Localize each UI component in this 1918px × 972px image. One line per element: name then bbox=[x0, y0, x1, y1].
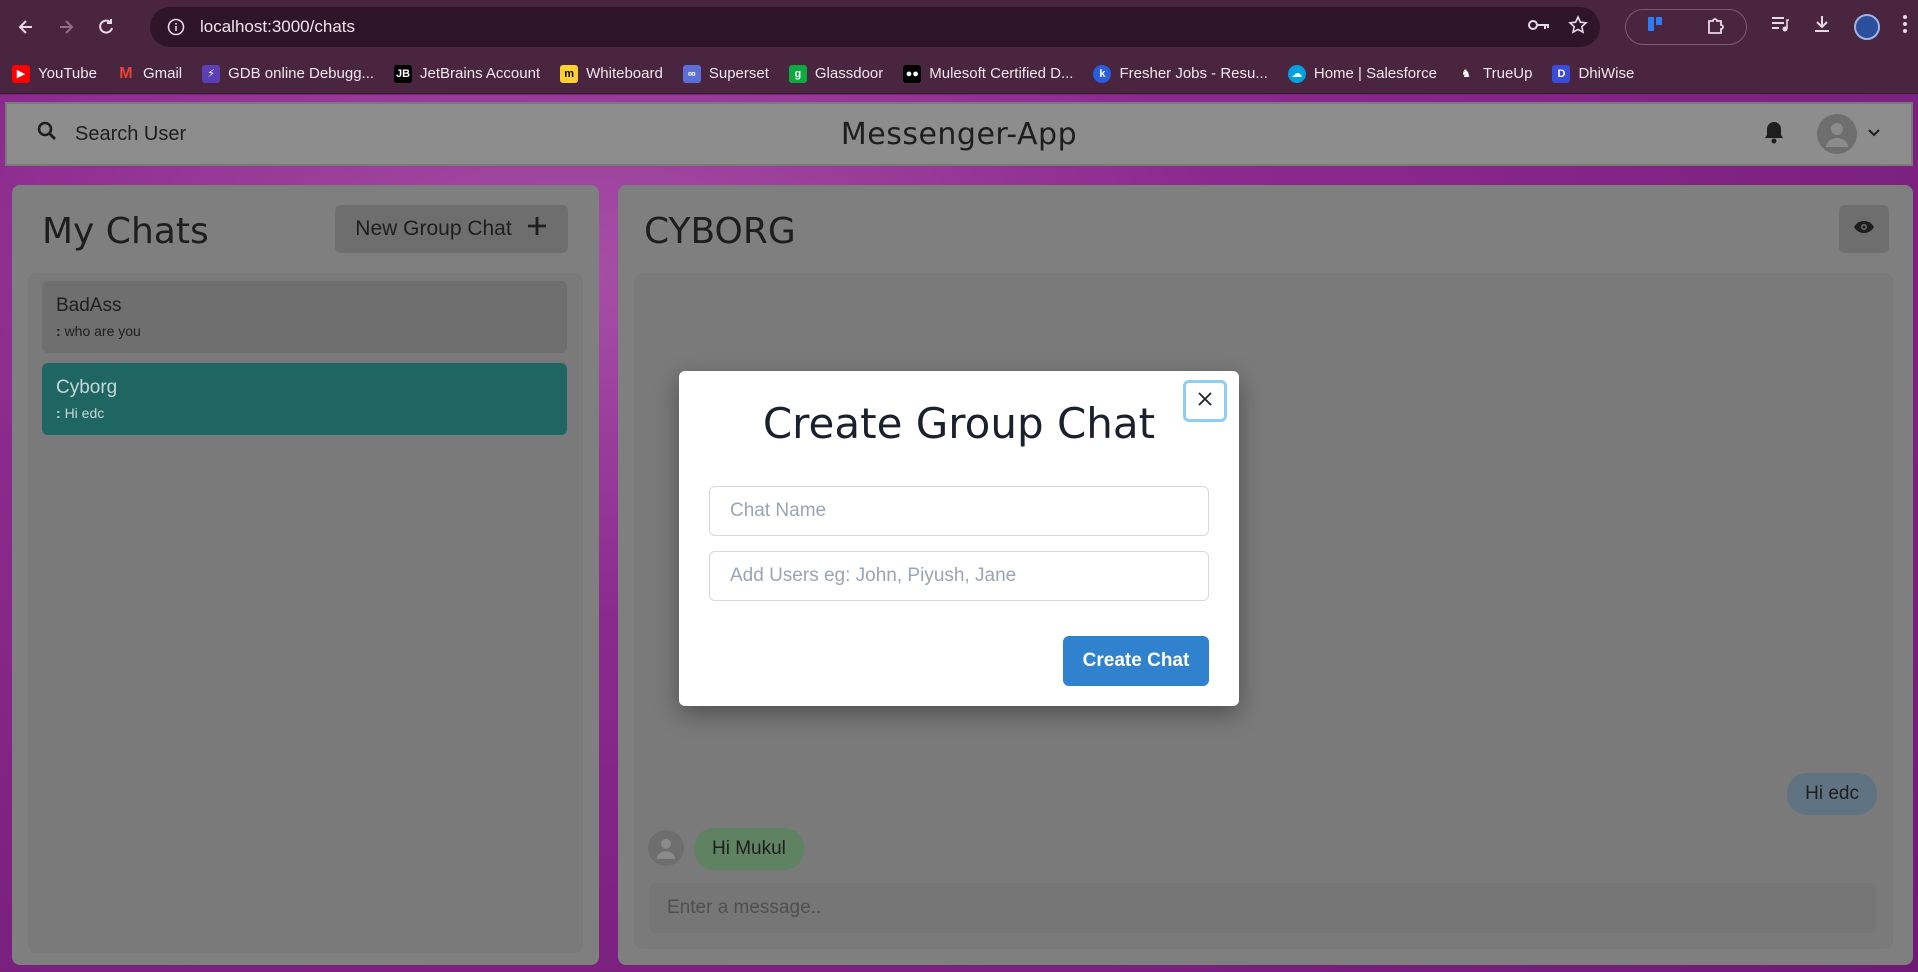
profile-avatar-icon[interactable] bbox=[1854, 14, 1880, 40]
bookmark-label: JetBrains Account bbox=[420, 65, 541, 82]
bookmark-label: Home | Salesforce bbox=[1313, 65, 1437, 82]
chat-list: BadAss : who are you Cyborg : Hi edc bbox=[28, 273, 583, 953]
bookmark-gdb[interactable]: ⚡ GDB online Debugg... bbox=[202, 64, 375, 83]
modal-title: Create Group Chat bbox=[762, 399, 1156, 448]
message-input[interactable]: Enter a message.. bbox=[649, 883, 1877, 933]
chat-title: CYBORG bbox=[644, 211, 796, 252]
avatar bbox=[1817, 114, 1857, 154]
fresher-jobs-icon: k bbox=[1093, 64, 1112, 83]
preview-text: who are you bbox=[64, 323, 141, 339]
extensions-group bbox=[1625, 9, 1747, 45]
chat-name-input[interactable]: Chat Name bbox=[709, 486, 1209, 536]
notification-bell-icon[interactable] bbox=[1763, 120, 1785, 149]
browser-menu-icon[interactable] bbox=[1902, 14, 1908, 40]
bookmark-label: YouTube bbox=[38, 65, 97, 82]
forward-icon[interactable] bbox=[46, 7, 86, 47]
bookmark-star-icon[interactable] bbox=[1568, 14, 1588, 40]
message-bubble-sent: Hi edc bbox=[1787, 773, 1877, 815]
site-info-icon[interactable] bbox=[156, 7, 196, 47]
bookmark-label: TrueUp bbox=[1483, 65, 1533, 82]
app-title: Messenger-App bbox=[840, 116, 1078, 152]
reload-icon[interactable] bbox=[86, 7, 126, 47]
bookmark-label: Fresher Jobs - Resu... bbox=[1119, 65, 1268, 82]
url-text[interactable]: localhost:3000/chats bbox=[200, 17, 355, 37]
create-group-chat-modal: Create Group Chat Chat Name Add Users eg… bbox=[679, 371, 1239, 706]
trueup-icon: ♞ bbox=[1457, 64, 1475, 83]
bookmark-label: Gmail bbox=[142, 65, 183, 82]
address-bar[interactable]: localhost:3000/chats bbox=[150, 7, 1600, 47]
sender-avatar bbox=[648, 830, 684, 866]
chat-name: Cyborg bbox=[56, 377, 118, 398]
new-group-chat-button[interactable]: New Group Chat bbox=[335, 205, 568, 253]
bookmark-whiteboard[interactable]: m Whiteboard bbox=[560, 64, 663, 83]
bookmark-fresher-jobs[interactable]: k Fresher Jobs - Resu... bbox=[1093, 64, 1268, 83]
glassdoor-icon: g bbox=[788, 64, 807, 83]
chat-preview: : who are you bbox=[56, 323, 553, 339]
bookmark-youtube[interactable]: ▶ YouTube bbox=[12, 64, 97, 83]
extensions-puzzle-icon[interactable] bbox=[1705, 14, 1727, 41]
bookmark-mulesoft[interactable]: ●● Mulesoft Certified D... bbox=[903, 64, 1074, 83]
superset-icon: ∞ bbox=[682, 64, 701, 83]
chat-list-item[interactable]: BadAss : who are you bbox=[42, 281, 567, 353]
add-users-input[interactable]: Add Users eg: John, Piyush, Jane bbox=[709, 551, 1209, 601]
chat-name: BadAss bbox=[56, 295, 122, 316]
bookmark-label: Whiteboard bbox=[586, 65, 663, 82]
bookmark-salesforce[interactable]: ☁ Home | Salesforce bbox=[1287, 64, 1437, 83]
jetbrains-icon: JB bbox=[394, 64, 413, 83]
new-group-chat-label: New Group Chat bbox=[355, 217, 512, 240]
message-bubble-received: Hi Mukul bbox=[694, 828, 804, 870]
bookmark-trueup[interactable]: ♞ TrueUp bbox=[1457, 64, 1533, 83]
chat-list-item-active[interactable]: Cyborg : Hi edc bbox=[42, 363, 567, 435]
youtube-icon: ▶ bbox=[12, 64, 30, 83]
whiteboard-icon: m bbox=[560, 64, 579, 83]
salesforce-cloud-icon: ☁ bbox=[1287, 64, 1306, 83]
eye-icon bbox=[1853, 220, 1875, 239]
my-chats-heading: My Chats bbox=[42, 211, 209, 252]
trello-extension-icon[interactable] bbox=[1646, 15, 1666, 40]
browser-toolbar: localhost:3000/chats bbox=[0, 0, 1918, 54]
bookmarks-bar: ▶ YouTube M Gmail ⚡ GDB online Debugg... JB… bbox=[0, 54, 1918, 94]
chevron-down-icon bbox=[1867, 125, 1881, 143]
chat-preview: : Hi edc bbox=[56, 405, 553, 421]
close-icon bbox=[1197, 391, 1213, 412]
bookmark-superset[interactable]: ∞ Superset bbox=[682, 64, 769, 83]
bookmark-dhiwise[interactable]: D DhiWise bbox=[1552, 64, 1635, 83]
bookmark-label: DhiWise bbox=[1578, 65, 1635, 82]
back-icon[interactable] bbox=[6, 7, 46, 47]
password-key-icon[interactable] bbox=[1528, 18, 1550, 37]
bookmark-label: Superset bbox=[708, 65, 769, 82]
medium-icon: ●● bbox=[903, 64, 922, 83]
gmail-icon: M bbox=[116, 64, 135, 83]
sender-label: : bbox=[56, 323, 61, 339]
my-chats-panel: My Chats New Group Chat BadAss : who are… bbox=[12, 185, 599, 965]
bookmark-glassdoor[interactable]: g Glassdoor bbox=[788, 64, 884, 83]
preview-text: Hi edc bbox=[64, 405, 105, 421]
download-icon[interactable] bbox=[1812, 14, 1832, 40]
bookmark-jetbrains[interactable]: JB JetBrains Account bbox=[394, 64, 541, 83]
media-control-icon[interactable] bbox=[1770, 15, 1790, 39]
plus-icon bbox=[526, 215, 548, 243]
gdb-icon: ⚡ bbox=[202, 64, 221, 83]
bookmark-gmail[interactable]: M Gmail bbox=[116, 64, 183, 83]
app-header: Search User Messenger-App bbox=[5, 102, 1913, 166]
sender-label: : bbox=[56, 405, 61, 421]
app-page: Search User Messenger-App My Chats New G… bbox=[0, 95, 1918, 972]
close-button[interactable] bbox=[1183, 380, 1227, 422]
bookmark-label: Mulesoft Certified D... bbox=[929, 65, 1074, 82]
dhiwise-icon: D bbox=[1552, 64, 1571, 83]
bookmark-label: Glassdoor bbox=[814, 65, 884, 82]
bookmark-label: GDB online Debugg... bbox=[228, 65, 375, 82]
user-menu-button[interactable] bbox=[1817, 114, 1881, 154]
view-profile-button[interactable] bbox=[1839, 205, 1889, 253]
create-chat-button[interactable]: Create Chat bbox=[1063, 636, 1209, 686]
